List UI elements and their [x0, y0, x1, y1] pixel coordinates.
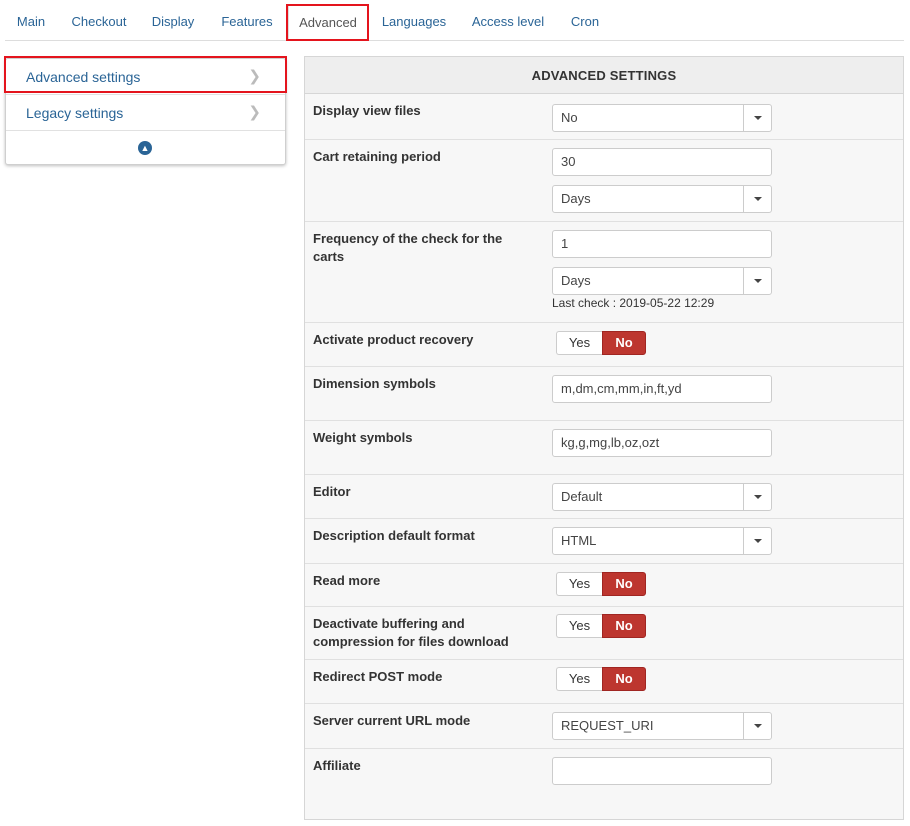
redirect-post-no-button[interactable]: No — [602, 667, 646, 691]
tab-access-level[interactable]: Access level — [465, 4, 551, 40]
row-affiliate: Affiliate — [305, 749, 903, 819]
row-dimension-symbols: Dimension symbols m,dm,cm,mm,in,ft,yd — [305, 367, 903, 421]
config-tabs: Main Checkout Display Features Advanced … — [5, 0, 904, 41]
server-url-mode-label: Server current URL mode — [313, 713, 471, 728]
caret-down-icon — [743, 186, 771, 212]
affiliate-label: Affiliate — [313, 758, 361, 773]
editor-label: Editor — [313, 484, 351, 499]
tab-display[interactable]: Display — [143, 4, 203, 40]
sidebar-item-label: Advanced settings — [26, 69, 141, 85]
row-redirect-post: Redirect POST mode Yes No — [305, 660, 903, 704]
weight-symbols-input[interactable]: kg,g,mg,lb,oz,ozt — [552, 429, 772, 457]
cart-retaining-unit-value: Days — [561, 191, 591, 206]
tab-cron[interactable]: Cron — [561, 4, 609, 40]
row-product-recovery: Activate product recovery Yes No — [305, 323, 903, 367]
product-recovery-label: Activate product recovery — [313, 332, 474, 347]
tab-main[interactable]: Main — [5, 4, 57, 40]
tab-languages[interactable]: Languages — [374, 4, 454, 40]
cart-retaining-unit-select[interactable]: Days — [552, 185, 772, 213]
redirect-post-label: Redirect POST mode — [313, 669, 443, 684]
row-weight-symbols: Weight symbols kg,g,mg,lb,oz,ozt — [305, 421, 903, 475]
deactivate-buffering-no-button[interactable]: No — [602, 614, 646, 638]
product-recovery-yes-button[interactable]: Yes — [556, 331, 602, 355]
row-editor: Editor Default — [305, 475, 903, 519]
description-format-label: Description default format — [313, 528, 475, 543]
cart-retaining-period-input[interactable]: 30 — [552, 148, 772, 176]
row-cart-retaining-period: Cart retaining period 30 Days — [305, 140, 903, 222]
frequency-check-unit-value: Days — [561, 273, 591, 288]
row-read-more: Read more Yes No — [305, 564, 903, 607]
chevron-up-icon[interactable]: ▲ — [138, 141, 152, 155]
frequency-check-label: Frequency of the check for the carts — [313, 231, 503, 264]
read-more-label: Read more — [313, 573, 381, 588]
redirect-post-yes-button[interactable]: Yes — [556, 667, 602, 691]
row-deactivate-buffering: Deactivate buffering and compression for… — [305, 607, 903, 660]
sidebar-item-legacy-settings[interactable]: Legacy settings ❯ — [6, 95, 285, 131]
panel-title: ADVANCED SETTINGS — [305, 57, 903, 94]
editor-select[interactable]: Default — [552, 483, 772, 511]
product-recovery-toggle: Yes No — [556, 331, 646, 355]
server-url-mode-value: REQUEST_URI — [561, 718, 654, 733]
row-display-view-files: Display view files No — [305, 94, 903, 140]
description-format-value: HTML — [561, 533, 597, 548]
caret-down-icon — [743, 105, 771, 131]
chevron-right-icon: ❯ — [248, 104, 261, 121]
caret-down-icon — [743, 528, 771, 554]
redirect-post-toggle: Yes No — [556, 667, 646, 691]
display-view-files-select[interactable]: No — [552, 104, 772, 132]
weight-symbols-label: Weight symbols — [313, 430, 413, 445]
dimension-symbols-input[interactable]: m,dm,cm,mm,in,ft,yd — [552, 375, 772, 403]
affiliate-input[interactable] — [552, 757, 772, 785]
sidebar-item-advanced-settings[interactable]: Advanced settings ❯ — [6, 59, 285, 95]
deactivate-buffering-label: Deactivate buffering and compression for… — [313, 616, 509, 649]
product-recovery-no-button[interactable]: No — [602, 331, 646, 355]
caret-down-icon — [743, 484, 771, 510]
editor-value: Default — [561, 489, 603, 504]
deactivate-buffering-yes-button[interactable]: Yes — [556, 614, 602, 638]
settings-menu: Advanced settings ❯ Legacy settings ❯ ▲ — [5, 58, 286, 165]
row-frequency-check: Frequency of the check for the carts 1 D… — [305, 222, 903, 323]
dimension-symbols-label: Dimension symbols — [313, 376, 436, 391]
deactivate-buffering-toggle: Yes No — [556, 614, 646, 638]
row-server-url-mode: Server current URL mode REQUEST_URI — [305, 704, 903, 749]
last-check-text: Last check : 2019-05-22 12:29 — [552, 296, 715, 310]
read-more-no-button[interactable]: No — [602, 572, 646, 596]
read-more-yes-button[interactable]: Yes — [556, 572, 602, 596]
tab-advanced[interactable]: Advanced — [288, 4, 368, 41]
advanced-settings-panel: ADVANCED SETTINGS Display view files No … — [304, 56, 904, 820]
read-more-toggle: Yes No — [556, 572, 646, 596]
caret-down-icon — [743, 713, 771, 739]
sidebar-item-label: Legacy settings — [26, 105, 124, 121]
chevron-right-icon: ❯ — [248, 68, 261, 85]
display-view-files-label: Display view files — [313, 103, 421, 118]
server-url-mode-select[interactable]: REQUEST_URI — [552, 712, 772, 740]
frequency-check-input[interactable]: 1 — [552, 230, 772, 258]
tab-checkout[interactable]: Checkout — [61, 4, 137, 40]
frequency-check-unit-select[interactable]: Days — [552, 267, 772, 295]
tab-features[interactable]: Features — [210, 4, 284, 40]
display-view-files-value: No — [561, 110, 578, 125]
row-description-format: Description default format HTML — [305, 519, 903, 564]
cart-retaining-period-label: Cart retaining period — [313, 149, 441, 164]
description-format-select[interactable]: HTML — [552, 527, 772, 555]
caret-down-icon — [743, 268, 771, 294]
